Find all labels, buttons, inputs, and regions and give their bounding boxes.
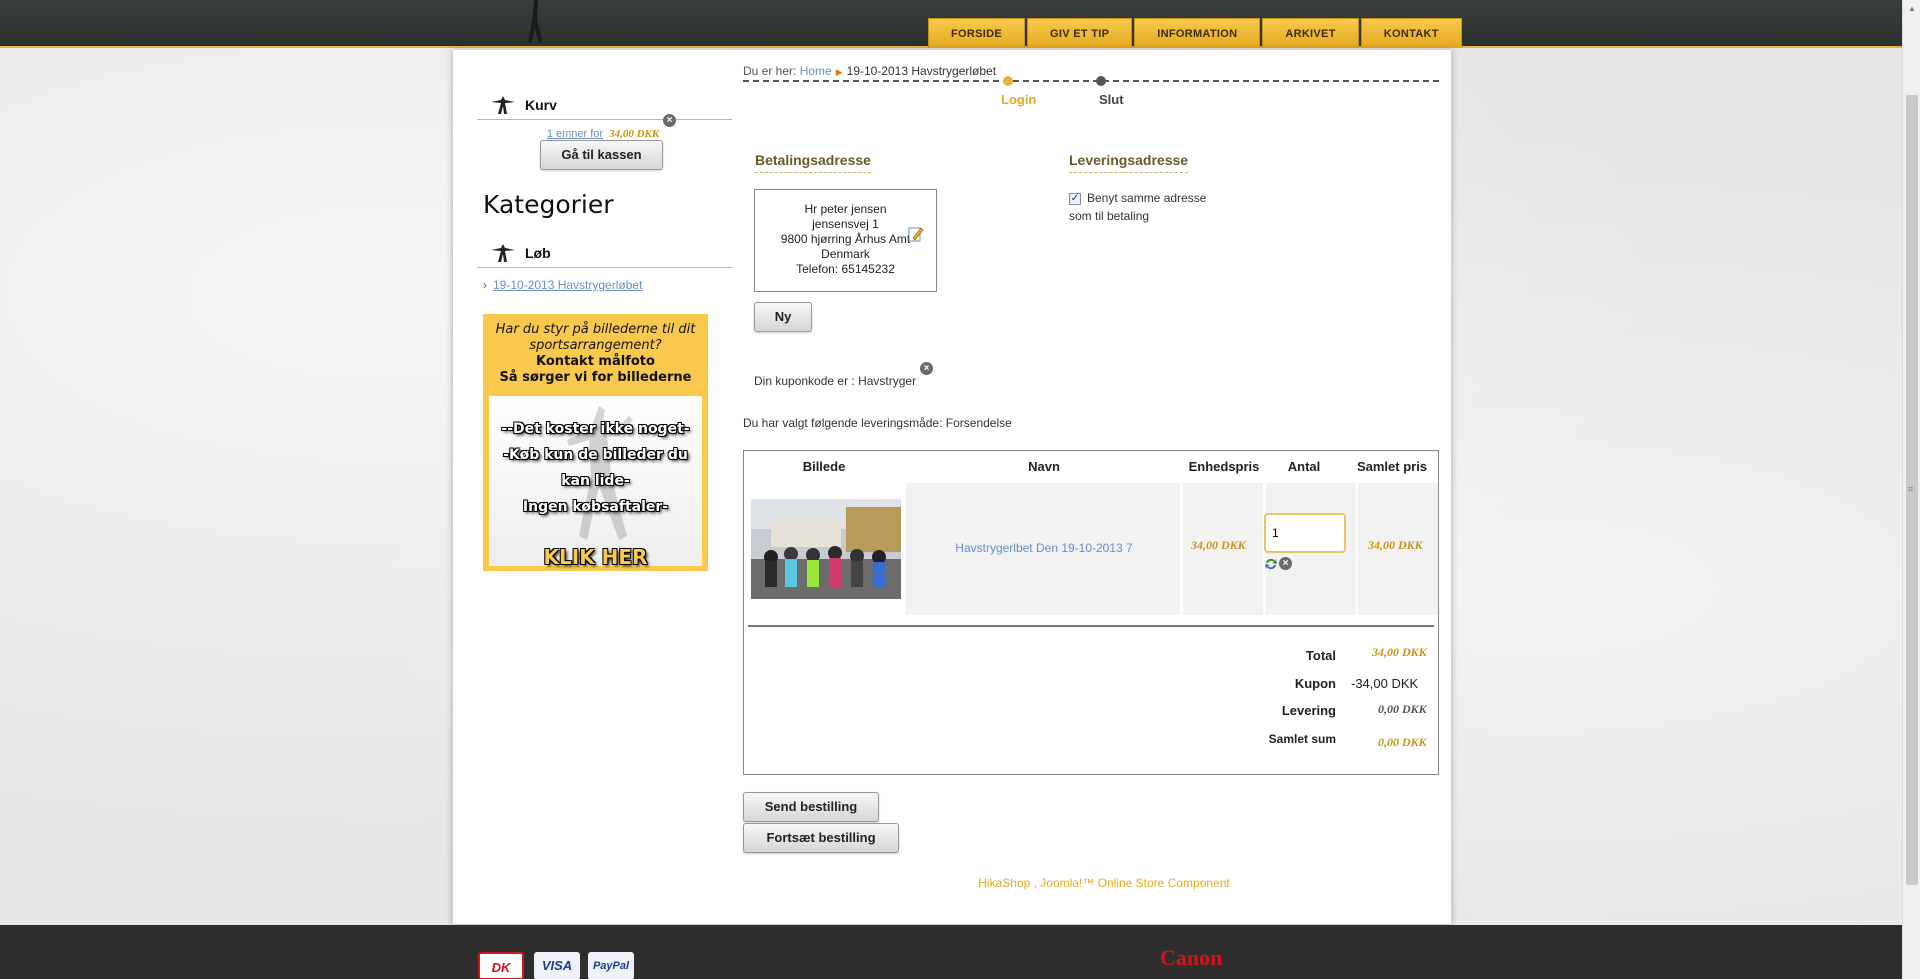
dankort-logo: DK [478, 952, 524, 979]
ad-bottom-panel: --Det koster ikke noget- -Køb kun de bil… [489, 396, 702, 569]
scroll-up-arrow-icon[interactable]: ▲ [1908, 4, 1916, 13]
ad-line-1: Har du styr på billederne til dit [495, 322, 696, 337]
remove-coupon-icon[interactable]: × [920, 362, 933, 375]
ad-banner[interactable]: Har du styr på billederne til dit sports… [483, 314, 708, 571]
page-scrollbar[interactable]: ▲ ≡ [1902, 0, 1920, 979]
same-address-line-2: som til betaling [1069, 209, 1150, 223]
totals-divider [748, 625, 1434, 627]
new-address-button[interactable]: Ny [754, 302, 812, 332]
hikashop-credit-link[interactable]: HikaShop , Joomla!™ Online Store Compone… [954, 876, 1254, 890]
nav-information[interactable]: INFORMATION [1134, 18, 1261, 48]
runner-logo-icon [528, 0, 542, 44]
edit-address-icon[interactable] [908, 226, 924, 242]
header-image: Billede [802, 459, 846, 474]
coupon-text: Din kuponkode er : Havstryger [754, 374, 917, 388]
total-label: Total [1305, 648, 1336, 663]
billing-country: Denmark [821, 247, 870, 261]
send-order-button[interactable]: Send bestilling [743, 792, 879, 822]
quantity-input[interactable] [1264, 513, 1346, 553]
main-content-card: Kurv 1 emner for 34,00 DKK × Gå til kasse… [452, 50, 1452, 924]
product-thumbnail[interactable] [751, 499, 901, 599]
delivery-value: 0,00 DKK [1378, 702, 1427, 716]
main-navigation: FORSIDE GIV ET TIP INFORMATION ARKIVET K… [928, 18, 1462, 48]
visa-logo: VISA [534, 952, 580, 979]
breadcrumb-label: Du er her: [743, 64, 797, 78]
ad-line-3: Kontakt målfoto [536, 354, 655, 369]
billing-address-box: Hr peter jensen jensensvej 1 9800 hjørri… [754, 189, 937, 292]
ad-cta: KLIK HER [543, 545, 648, 569]
ad-line-2: sportsarrangement? [529, 338, 662, 353]
cart-title: Kurv [525, 97, 557, 113]
total-value: 34,00 DKK [1372, 645, 1427, 659]
run-module-header: Løb [477, 238, 732, 268]
ad-line-5: --Det koster ikke noget- [501, 421, 690, 437]
footer-bar: DK VISA PayPal Canon [0, 925, 1902, 979]
same-address-option: ✓ Benyt samme adresse som til betaling [1069, 189, 1206, 225]
same-address-checkbox[interactable]: ✓ [1069, 192, 1081, 205]
canon-logo: Canon [1160, 945, 1223, 970]
billing-phone: Telefon: 65145232 [796, 262, 895, 276]
delivery-method-text: Du har valgt følgende leveringsmåde: For… [743, 416, 1012, 430]
delivery-label: Levering [1281, 703, 1336, 718]
product-name-link[interactable]: Havstrygerlbet Den 19-10-2013 7 [909, 541, 1179, 555]
sum-value: 0,00 DKK [1378, 735, 1427, 749]
coupon-value: -34,00 DKK [1351, 676, 1419, 691]
billing-name: Hr peter jensen [804, 202, 887, 216]
header-unit-price: Enhedspris [1188, 459, 1260, 474]
cart-summary: 1 emner for 34,00 DKK [533, 126, 673, 140]
ad-line-4: Så sørger vi for billederne [499, 370, 692, 385]
sum-label: Samlet sum [1268, 732, 1336, 746]
step-dot-login [1003, 76, 1013, 86]
ad-line-7: Ingen købsaftaler- [522, 499, 669, 515]
refresh-icon[interactable] [1264, 557, 1278, 571]
runner-icon [491, 244, 515, 262]
remove-cart-icon[interactable]: × [663, 114, 676, 127]
checkout-progress-line [743, 80, 1439, 82]
step-slut: Slut [1099, 92, 1124, 107]
chevron-right-icon: › [483, 278, 487, 292]
race-photo-image [751, 499, 901, 599]
step-dot-slut [1096, 76, 1106, 86]
row-total-price: 34,00 DKK [1368, 538, 1423, 552]
ad-top-text: Har du styr på billederne til dit sports… [485, 316, 706, 396]
category-link-label: 19-10-2013 Havstrygerløbet [493, 278, 643, 292]
header-quantity: Antal [1287, 459, 1321, 474]
nav-giv-et-tip[interactable]: GIV ET TIP [1027, 18, 1133, 48]
cart-items-link[interactable]: 1 emner for [547, 128, 603, 140]
nav-arkivet[interactable]: ARKIVET [1262, 18, 1359, 48]
breadcrumb-home[interactable]: Home [800, 64, 832, 78]
breadcrumb: Du er her: Home ▶ 19-10-2013 Havstrygerløb… [743, 64, 996, 78]
run-module-title: Løb [525, 245, 551, 261]
continue-order-button[interactable]: Fortsæt bestilling [743, 823, 899, 853]
step-login: Login [1001, 92, 1037, 107]
cart-price: 34,00 DKK [609, 128, 660, 140]
billing-title: Betalingsadresse [755, 152, 871, 173]
runner-icon [491, 96, 515, 114]
nav-forside[interactable]: FORSIDE [928, 18, 1025, 48]
scroll-grip-icon: ≡ [1908, 484, 1914, 494]
checkout-button[interactable]: Gå til kassen [540, 140, 663, 170]
unit-price: 34,00 DKK [1191, 538, 1246, 552]
header-total: Samlet pris [1356, 459, 1428, 474]
cart-module-header: Kurv [477, 90, 732, 120]
remove-item-icon[interactable]: × [1279, 557, 1292, 570]
ad-line-6: -Køb kun de billeder du kan lide- [503, 447, 688, 489]
breadcrumb-arrow-icon: ▶ [835, 67, 843, 77]
category-link[interactable]: › 19-10-2013 Havstrygerløbet [483, 278, 642, 292]
coupon-label: Kupon [1294, 676, 1336, 691]
paypal-logo: PayPal [588, 952, 634, 979]
shipping-title: Leveringsadresse [1069, 152, 1189, 173]
nav-kontakt[interactable]: KONTAKT [1360, 18, 1462, 48]
header-name: Navn [1028, 459, 1060, 474]
breadcrumb-current: 19-10-2013 Havstrygerløbet [846, 64, 997, 78]
site-header: FORSIDE GIV ET TIP INFORMATION ARKIVET K… [0, 0, 1902, 48]
cart-table: Billede Navn Enhedspris Antal Samlet pri… [743, 450, 1439, 775]
same-address-line-1: Benyt samme adresse [1087, 191, 1207, 205]
categories-title: Kategorier [483, 190, 614, 219]
